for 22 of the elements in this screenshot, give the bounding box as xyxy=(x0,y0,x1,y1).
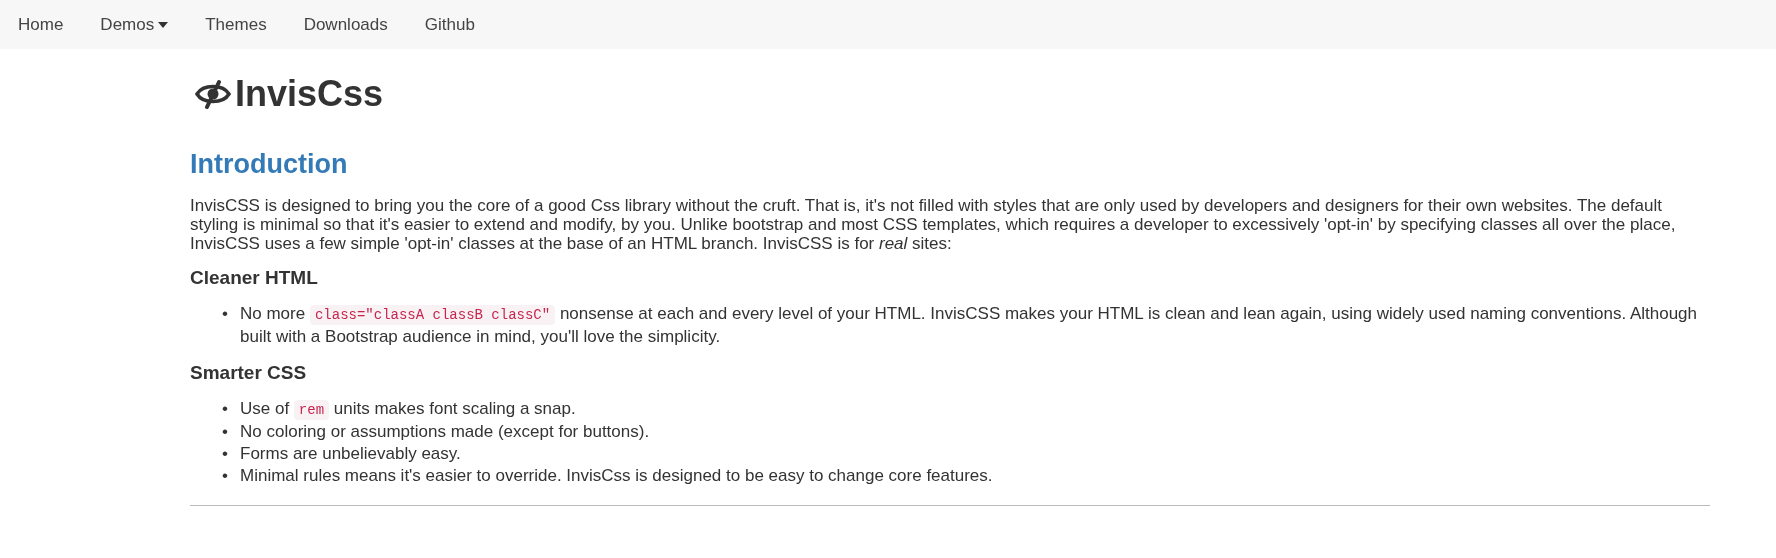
list-bullet: • xyxy=(222,421,229,443)
list-item: Forms are unbelievably easy. xyxy=(240,443,461,465)
list-item: Minimal rules means it's easier to override. InvisCss is designed to be easy to change core features. xyxy=(240,465,993,487)
nav-link[interactable]: Github xyxy=(424,14,475,35)
list-bullet: • xyxy=(222,303,229,325)
nav-link[interactable]: Downloads xyxy=(303,14,388,35)
section-heading: Introduction xyxy=(190,149,349,180)
list-item: No more class="classA classB classC" nonsense at each and every level of your HTML. InvisCSS makes your HTML is clean and lean again, using widely used naming conventions. Although built with a Bootstrap audience in mind, you'll love the simplicity. xyxy=(240,303,1698,348)
list-bullet: • xyxy=(222,443,229,465)
site-title: InvisCss xyxy=(235,73,384,115)
crossed-eye-icon xyxy=(195,79,231,109)
nav-link[interactable]: Home xyxy=(18,14,64,35)
list-bullet: • xyxy=(222,398,229,420)
list-item: No coloring or assumptions made (except for buttons). xyxy=(240,421,650,443)
subsection-heading: Smarter CSS xyxy=(190,362,308,384)
nav-link[interactable]: Themes xyxy=(205,14,267,35)
list-bullet: • xyxy=(222,465,229,487)
subsection-heading: Cleaner HTML xyxy=(190,267,319,289)
list-item: Use of rem units makes font scaling a snap. xyxy=(240,398,576,421)
nav-link[interactable]: Demos xyxy=(100,14,169,35)
caret-icon xyxy=(158,22,169,28)
intro-paragraph: InvisCSS is designed to bring you the core of a good Css library without the cruft. That is, it's not filled with styles that are only used by developers and designers for their own websites. The default styling is minimal so that it's easier to extend and modify, by you. Unlike bootstrap and most CSS templates, which requires a developer to excessively 'opt-in' by specifying classes all over the place, InvisCSS uses a few simple 'opt-in' classes at the base of an HTML branch. InvisCSS is for real sites: xyxy=(190,196,1677,253)
